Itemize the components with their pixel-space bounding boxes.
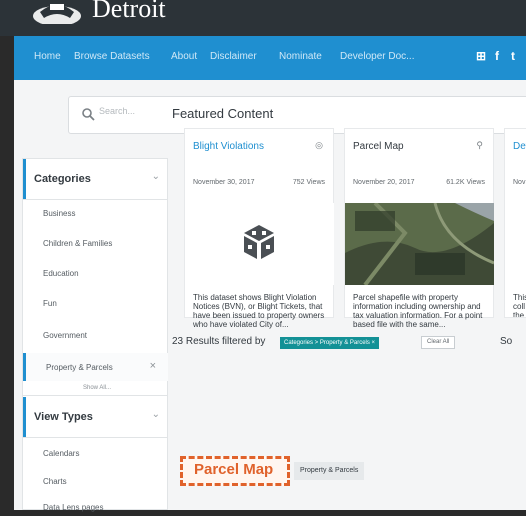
card-title[interactable]: Parcel Map bbox=[353, 141, 404, 152]
sidebar-item-label: Charts bbox=[43, 477, 67, 486]
twitter-icon[interactable]: t bbox=[511, 49, 515, 63]
sidebar-item-charts[interactable]: Charts bbox=[23, 467, 168, 495]
card-title[interactable]: Det bbox=[513, 141, 526, 152]
facebook-icon[interactable]: f bbox=[495, 49, 499, 63]
nav-home[interactable]: Home bbox=[34, 51, 61, 62]
sidebar-item-label: Children & Families bbox=[43, 239, 113, 248]
featured-card-blight-violations[interactable]: Blight Violations ◎ November 30, 2017 75… bbox=[184, 128, 334, 329]
categories-header[interactable]: Categories ⌄ bbox=[23, 159, 168, 199]
result-title-highlight[interactable]: Parcel Map bbox=[194, 461, 273, 478]
card-date: November 20, 2017 bbox=[353, 179, 415, 186]
card-description: Parcel shapefile with property informati… bbox=[353, 293, 483, 329]
nav-developer-docs[interactable]: Developer Doc... bbox=[340, 51, 414, 62]
detroit-seal-logo bbox=[33, 4, 81, 24]
site-brand[interactable]: Detroit bbox=[92, 0, 166, 24]
featured-card-partial[interactable]: Det Nov 201 This coll the Lar Det bbox=[504, 128, 526, 318]
sidebar-item-business[interactable]: Business bbox=[23, 199, 168, 227]
filter-chip[interactable]: Categories > Property & Parcels × bbox=[280, 337, 380, 349]
sidebar-filters: Categories ⌄ Business Children & Familie… bbox=[22, 158, 168, 512]
view-types-title: View Types bbox=[34, 411, 93, 423]
sidebar-item-property-parcels[interactable]: Property & Parcels × bbox=[23, 353, 168, 381]
dataset-icon: ◎ bbox=[315, 140, 323, 150]
result-category-tag[interactable]: Property & Parcels bbox=[294, 462, 365, 480]
sidebar-item-fun[interactable]: Fun bbox=[23, 289, 168, 317]
map-pin-icon: ⚲ bbox=[476, 140, 483, 150]
divider bbox=[23, 437, 168, 438]
sort-label[interactable]: So bbox=[500, 336, 512, 347]
nav-nominate[interactable]: Nominate bbox=[279, 51, 322, 62]
card-views: 61.2K Views bbox=[446, 179, 485, 186]
chevron-down-icon[interactable]: ⌄ bbox=[152, 171, 160, 182]
nav-about[interactable]: About bbox=[171, 51, 197, 62]
card-date: Nov 201 bbox=[513, 179, 526, 186]
clear-all-button[interactable]: Clear All bbox=[421, 336, 456, 349]
sidebar-item-calendars[interactable]: Calendars bbox=[23, 439, 168, 467]
card-views: 752 Views bbox=[292, 179, 325, 186]
sidebar-item-label: Education bbox=[43, 269, 79, 278]
card-description: This coll the Lar Det bbox=[513, 293, 526, 318]
close-icon[interactable]: × bbox=[150, 360, 156, 372]
chevron-down-icon[interactable]: ⌄ bbox=[152, 409, 160, 420]
site-header: Detroit bbox=[0, 0, 526, 36]
nav-disclaimer[interactable]: Disclaimer bbox=[210, 51, 257, 62]
parcel-map-thumbnail bbox=[345, 203, 494, 285]
sidebar-item-label: Property & Parcels bbox=[46, 363, 113, 372]
view-types-header[interactable]: View Types ⌄ bbox=[23, 397, 168, 437]
sidebar-item-government[interactable]: Government bbox=[23, 321, 168, 349]
categories-title: Categories bbox=[34, 173, 91, 185]
dataset-placeholder-icon bbox=[185, 203, 334, 285]
nav-browse-datasets[interactable]: Browse Datasets bbox=[74, 51, 150, 62]
featured-content-title: Featured Content bbox=[172, 106, 274, 121]
sidebar-item-label: Government bbox=[43, 331, 88, 340]
sidebar-item-label: Fun bbox=[43, 299, 57, 308]
search-icon bbox=[82, 108, 95, 121]
browser-frame: Detroit Home Browse Datasets About Discl… bbox=[0, 0, 526, 516]
card-title[interactable]: Blight Violations bbox=[193, 141, 264, 152]
results-count: 23 Results filtered by bbox=[172, 336, 266, 347]
sidebar-item-education[interactable]: Education bbox=[23, 259, 168, 287]
sidebar-item-label: Business bbox=[43, 209, 76, 218]
divider bbox=[23, 395, 168, 396]
github-icon[interactable]: ⊞ bbox=[476, 49, 486, 63]
featured-card-parcel-map[interactable]: Parcel Map ⚲ November 20, 2017 61.2K Vie… bbox=[344, 128, 494, 329]
sidebar-item-children-families[interactable]: Children & Families bbox=[23, 229, 168, 257]
main-nav: Home Browse Datasets About Disclaimer No… bbox=[14, 36, 526, 80]
sidebar-item-data-lens-pages[interactable]: Data Lens pages bbox=[23, 493, 168, 516]
show-all-link[interactable]: Show All... bbox=[83, 385, 111, 391]
sidebar-item-label: Data Lens pages bbox=[43, 503, 104, 512]
card-description: This dataset shows Blight Violation Noti… bbox=[193, 293, 325, 329]
card-date: November 30, 2017 bbox=[193, 179, 255, 186]
sidebar-item-label: Calendars bbox=[43, 449, 80, 458]
